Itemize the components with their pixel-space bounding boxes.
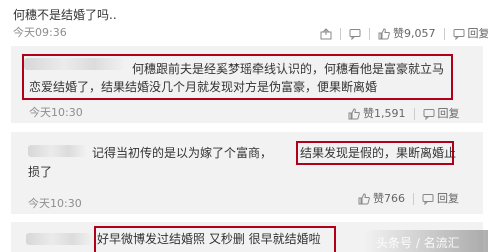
- comment-icon[interactable]: [349, 28, 361, 40]
- comment-time: 今天10:30: [28, 197, 82, 210]
- like-button[interactable]: 赞1,591: [348, 107, 406, 121]
- comment-text: 好早微博发过结婚照 又秒删 很早就结婚啦: [97, 232, 321, 246]
- comment-time: 今天09:36: [13, 26, 67, 39]
- comment-time: 今天10:30: [29, 106, 83, 119]
- reply-icon: [423, 108, 435, 120]
- reply-label: 回复: [437, 192, 459, 205]
- comment-actions: 赞1,591 回复: [348, 107, 460, 121]
- watermark: 头条号 / 名流汇: [376, 236, 460, 250]
- thumbs-up-icon: [378, 28, 390, 40]
- like-button[interactable]: 赞9,057: [378, 27, 436, 41]
- reply-label: 回复: [437, 107, 460, 120]
- divider: [443, 28, 445, 40]
- reply-icon: [422, 193, 434, 205]
- divider: [413, 108, 415, 120]
- divider: [413, 193, 414, 205]
- reply-icon: [453, 28, 465, 40]
- comment-text: 结果发现是假的，果断离婚止: [300, 146, 457, 160]
- comment-text: 损了: [28, 165, 53, 179]
- like-count: 赞9,057: [393, 27, 436, 40]
- reply-button[interactable]: 回复: [423, 107, 460, 121]
- comment-actions: 赞9,057 回复: [320, 27, 488, 41]
- thumbs-up-icon: [358, 193, 370, 205]
- like-count: 赞1,591: [363, 107, 406, 120]
- comment-text: 记得当初传的是以为嫁了个富商，: [92, 146, 273, 160]
- share-icon[interactable]: [320, 28, 332, 40]
- divider: [340, 28, 341, 40]
- reply-button[interactable]: 回复: [422, 192, 459, 206]
- comment-text: 恋爱结婚了，结果结婚没几个月就发现对方是伪富豪，便果断离婚: [29, 80, 378, 94]
- comment-actions: 赞766 回复: [358, 192, 459, 206]
- reply-button[interactable]: 回复: [453, 27, 488, 41]
- thumbs-up-icon: [348, 108, 360, 120]
- comment-text: 何穗不是结婚了吗..: [13, 8, 117, 22]
- like-button[interactable]: 赞766: [358, 192, 405, 206]
- blurred-username: [28, 145, 86, 157]
- like-count: 赞766: [373, 192, 405, 205]
- divider: [369, 28, 370, 40]
- comment-text: 何穗跟前夫是经奚梦瑶牵线认识的，何穗看他是富豪就立马: [132, 62, 445, 76]
- blurred-username: [26, 233, 92, 245]
- reply-label: 回复: [467, 27, 488, 40]
